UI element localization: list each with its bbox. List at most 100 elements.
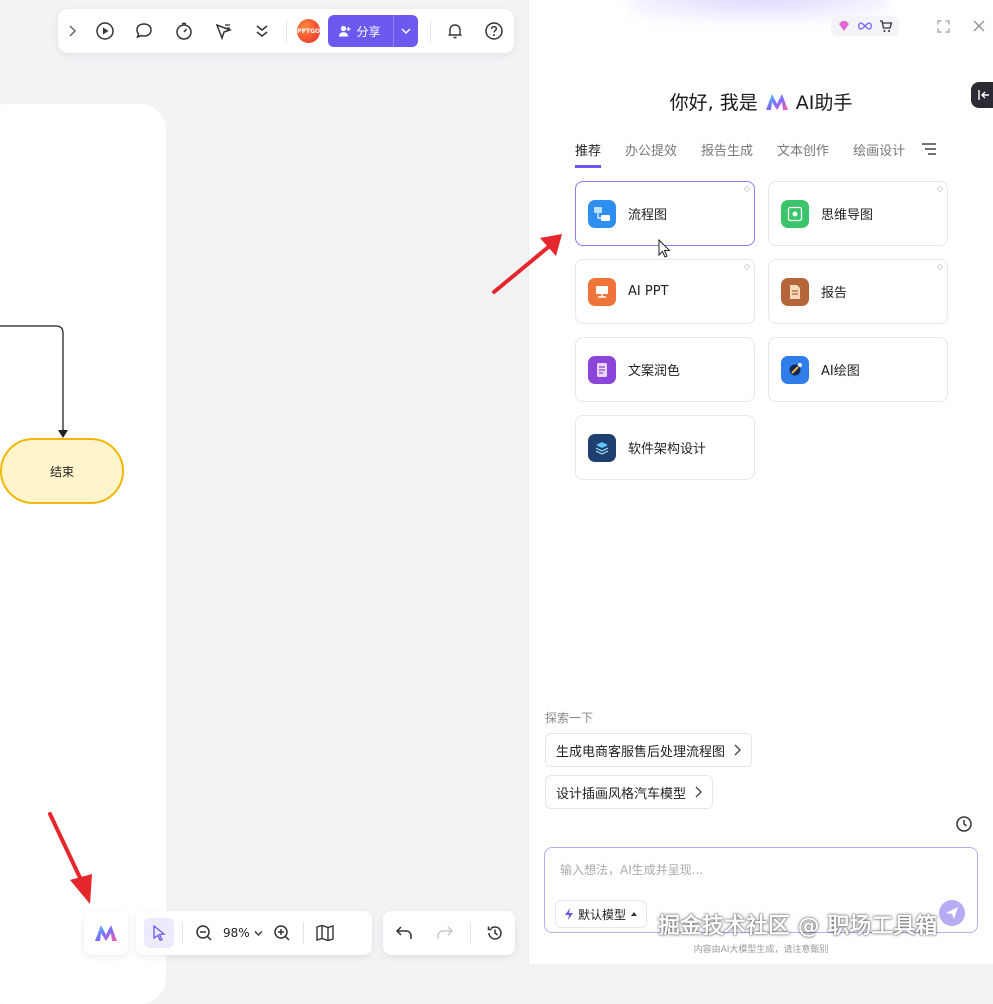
history-toolbar [383, 911, 515, 955]
toolbar-divider [470, 922, 472, 944]
undo-icon[interactable] [383, 911, 425, 955]
infinity-icon[interactable] [857, 21, 873, 31]
tab-writing[interactable]: 文本创作 [777, 140, 829, 165]
send-button[interactable] [939, 900, 965, 926]
copywriting-icon [588, 355, 616, 384]
suggestion-chip[interactable]: 设计插画风格汽车模型 [545, 775, 714, 809]
card-flowchart[interactable]: 流程图 ◇ [575, 181, 755, 246]
card-label: 思维导图 [821, 208, 874, 223]
card-copywriting[interactable]: 文案润色 [575, 337, 755, 402]
bottom-toolbar: 98% [136, 911, 372, 955]
timer-icon[interactable] [164, 9, 203, 53]
category-tabs: 推荐 办公提效 报告生成 文本创作 绘画设计 [575, 140, 936, 168]
help-icon[interactable] [475, 9, 514, 53]
redo-icon[interactable] [425, 911, 467, 955]
card-ai-ppt[interactable]: AI PPT ◇ [575, 259, 755, 324]
prompt-placeholder: 输入想法，AI生成并呈现... [560, 863, 704, 877]
card-mindmap[interactable]: 思维导图 ◇ [768, 181, 948, 246]
close-icon[interactable] [967, 14, 991, 38]
zoom-out-icon[interactable] [187, 911, 221, 955]
annotation-arrow [48, 812, 92, 904]
panel-header-tools [831, 14, 991, 38]
card-label: 文案润色 [628, 364, 681, 379]
suggestion-text: 设计插画风格汽车模型 [556, 786, 687, 802]
gem-icon[interactable] [837, 20, 851, 32]
menu-icon[interactable] [921, 142, 937, 156]
share-dropdown-icon[interactable] [392, 15, 419, 47]
toolbar-divider [285, 20, 287, 42]
more-chevrons-icon[interactable] [243, 9, 282, 53]
flow-connector [0, 325, 68, 438]
report-icon [781, 277, 809, 306]
suggestion-chip[interactable]: 生成电商客服售后处理流程图 [545, 733, 753, 767]
end-node[interactable]: 结束 [0, 438, 124, 504]
share-label: 分享 [356, 24, 381, 39]
tab-report[interactable]: 报告生成 [701, 140, 753, 165]
bell-icon[interactable] [435, 9, 474, 53]
ppt-icon [588, 277, 616, 306]
share-button[interactable]: 分享 [328, 15, 419, 47]
caret-up-icon [631, 912, 638, 916]
expand-chevron-icon[interactable] [58, 9, 86, 53]
fullscreen-icon[interactable] [931, 14, 955, 38]
comment-icon[interactable] [125, 9, 164, 53]
toolbar-divider [430, 20, 432, 42]
minimap-icon[interactable] [308, 911, 342, 955]
zoom-in-icon[interactable] [265, 911, 299, 955]
version-history-icon[interactable] [475, 911, 515, 955]
lightning-icon [565, 908, 573, 920]
watermark-text: 掘金技术社区 @ 职场工具箱 [658, 914, 938, 939]
ai-disclaimer: 内容由AI大模型生成，请注意甄别 [693, 945, 829, 955]
tab-recommend[interactable]: 推荐 [575, 140, 602, 168]
greeting-title: 你好, 我是 AI助手 [529, 88, 993, 115]
pptgo-logo[interactable]: PPTGO [296, 19, 321, 43]
pptgo-badge-text: PPTGO [297, 27, 321, 35]
play-icon[interactable] [86, 9, 125, 53]
model-label: 默认模型 [578, 907, 627, 922]
zoom-level: 98% [223, 926, 250, 940]
pin-icon[interactable]: ◇ [937, 184, 943, 193]
zoom-level-select[interactable]: 98% [221, 926, 265, 940]
pin-icon[interactable]: ◇ [744, 184, 750, 193]
tab-drawing[interactable]: 绘画设计 [853, 140, 905, 165]
toolbar-divider [302, 922, 304, 944]
card-label: 软件架构设计 [628, 442, 707, 457]
select-tool-button[interactable] [144, 918, 174, 948]
clock-icon[interactable] [955, 815, 973, 833]
suggestion-text: 生成电商客服售后处理流程图 [556, 744, 726, 760]
greeting-prefix: 你好, 我是 [669, 92, 758, 114]
card-ai-drawing[interactable]: AI绘图 [768, 337, 948, 402]
chevron-right-icon [695, 786, 703, 798]
end-node-label: 结束 [49, 464, 74, 479]
explore-label: 探索一下 [545, 711, 594, 725]
toolbar-divider [182, 922, 183, 944]
cursor-icon [153, 925, 166, 941]
card-report[interactable]: 报告 ◇ [768, 259, 948, 324]
model-select[interactable]: 默认模型 [555, 900, 648, 928]
add-user-icon [339, 25, 351, 37]
chevron-right-icon [734, 744, 742, 756]
mouse-cursor-icon [658, 239, 671, 258]
ai-logo-icon [95, 925, 117, 941]
ai-logo-icon [765, 93, 788, 110]
tab-office[interactable]: 办公提效 [625, 140, 677, 165]
greeting-suffix: AI助手 [795, 92, 853, 114]
flowchart-icon [588, 199, 616, 228]
architecture-icon [588, 433, 616, 462]
card-label: 报告 [821, 286, 848, 301]
top-toolbar: PPTGO 分享 [58, 9, 514, 53]
card-label: 流程图 [628, 208, 668, 223]
ai-assistant-panel: 你好, 我是 AI助手 推荐 办公提效 报告生成 文本创作 绘画设计 流程图 ◇… [528, 0, 993, 964]
chevron-down-icon [254, 930, 263, 936]
mindmap-icon [781, 199, 809, 228]
vip-tools [831, 16, 899, 36]
card-architecture[interactable]: 软件架构设计 [575, 415, 755, 480]
annotation-arrow [492, 234, 562, 294]
cart-icon[interactable] [879, 19, 893, 33]
pin-icon[interactable]: ◇ [744, 262, 750, 271]
laser-pointer-icon[interactable] [203, 9, 242, 53]
card-label: AI PPT [628, 284, 669, 299]
ai-assistant-button[interactable] [84, 911, 128, 955]
pin-icon[interactable]: ◇ [937, 262, 943, 271]
card-label: AI绘图 [821, 364, 860, 379]
